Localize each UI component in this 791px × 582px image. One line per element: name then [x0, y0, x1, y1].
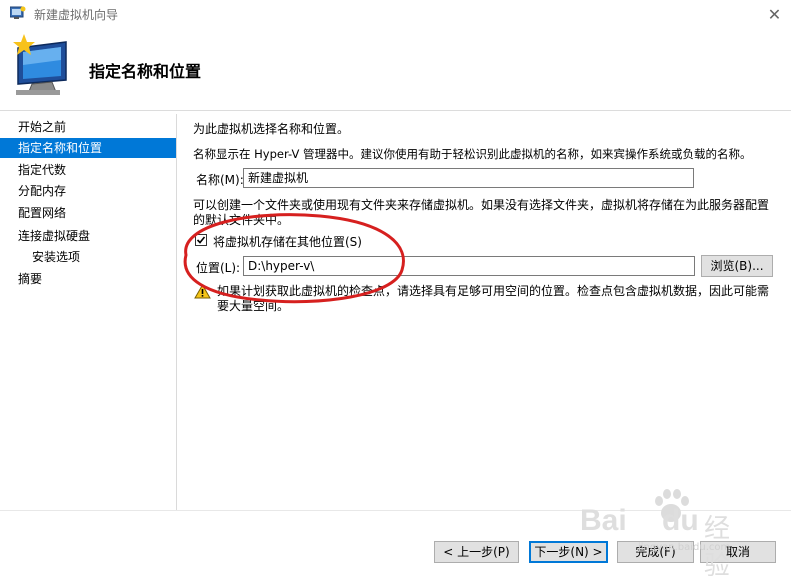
checkmark-icon: [196, 236, 206, 244]
store-elsewhere-label: 将虚拟机存储在其他位置(S): [213, 235, 362, 249]
store-elsewhere-checkbox[interactable]: [195, 234, 207, 246]
wizard-header: 指定名称和位置: [0, 28, 791, 111]
nav-item-network[interactable]: 配置网络: [0, 203, 176, 223]
name-description: 名称显示在 Hyper-V 管理器中。建议你使用有助于轻松识别此虚拟机的名称，如…: [193, 147, 752, 161]
window-title: 新建虚拟机向导: [34, 8, 119, 22]
location-input[interactable]: D:\hyper-v\: [243, 256, 695, 276]
previous-button[interactable]: < 上一步(P): [434, 541, 519, 563]
nav-item-before-you-begin[interactable]: 开始之前: [0, 117, 176, 137]
title-bar: 新建虚拟机向导 ✕: [0, 0, 791, 28]
close-button[interactable]: ✕: [758, 0, 791, 28]
hyper-v-app-icon: [10, 6, 26, 19]
wizard-steps: 开始之前 指定名称和位置 指定代数 分配内存 配置网络 连接虚拟硬盘 安装选项 …: [0, 114, 177, 510]
nav-item-summary[interactable]: 摘要: [0, 269, 176, 289]
nav-item-name-location[interactable]: 指定名称和位置: [0, 138, 176, 158]
nav-item-install-options[interactable]: 安装选项: [0, 247, 176, 267]
browse-button[interactable]: 浏览(B)...: [701, 255, 773, 277]
watermark-brand: Bai: [580, 504, 627, 537]
watermark-brand-suffix: du: [662, 504, 699, 537]
location-label: 位置(L):: [196, 261, 241, 275]
nav-item-virtual-disk[interactable]: 连接虚拟硬盘: [0, 226, 176, 246]
intro-text: 为此虚拟机选择名称和位置。: [193, 122, 350, 136]
page-heading: 指定名称和位置: [89, 62, 202, 81]
close-icon: ✕: [767, 4, 782, 24]
new-virtual-machine-icon: [13, 34, 67, 95]
next-button[interactable]: 下一步(N) >: [529, 541, 608, 563]
nav-item-memory[interactable]: 分配内存: [0, 181, 176, 201]
folder-description: 可以创建一个文件夹或使用现有文件夹来存储虚拟机。如果没有选择文件夹，虚拟机将存储…: [193, 198, 770, 226]
name-label: 名称(M):: [196, 173, 244, 187]
watermark-url: jingyan.baidu.com: [638, 542, 731, 553]
name-input[interactable]: 新建虚拟机: [243, 168, 694, 188]
warning-icon: [194, 284, 211, 299]
nav-item-generation[interactable]: 指定代数: [0, 160, 176, 180]
checkpoint-warning: 如果计划获取此虚拟机的检查点，请选择具有足够可用空间的位置。检查点包含虚拟机数据…: [217, 284, 770, 313]
